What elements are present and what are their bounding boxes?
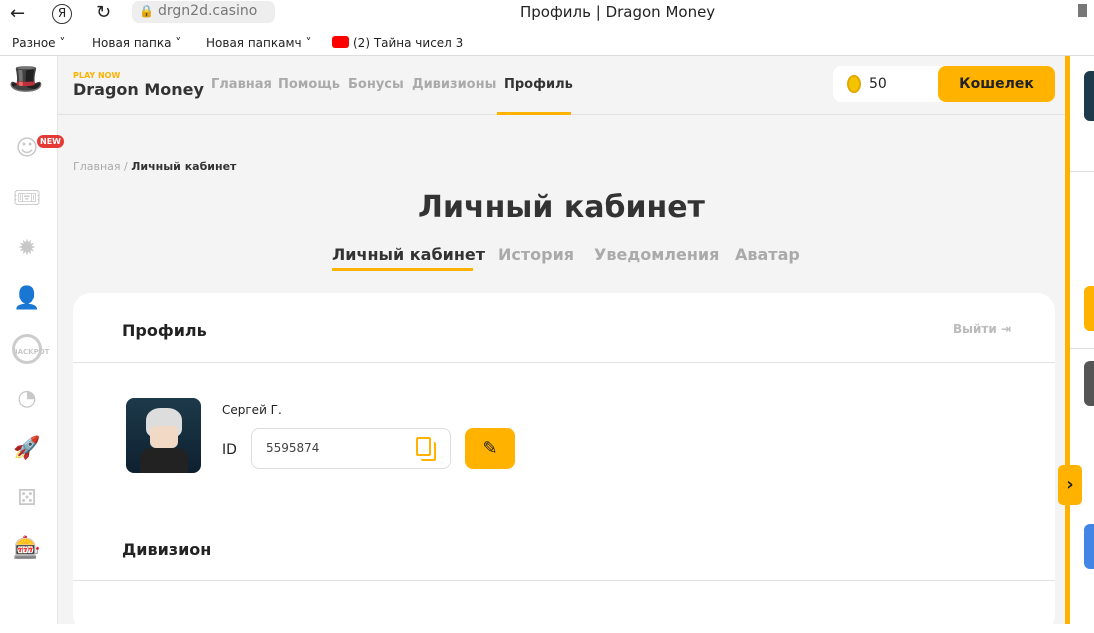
divider bbox=[73, 362, 1055, 363]
copy-icon[interactable] bbox=[416, 437, 431, 456]
breadcrumb-current: Личный кабинет bbox=[131, 160, 237, 173]
user-id-field[interactable]: 5595874 bbox=[251, 428, 451, 469]
logout-icon: ⇥ bbox=[1000, 322, 1012, 336]
play-now-label: PLAY NOW bbox=[73, 71, 121, 80]
wheel-icon[interactable]: ◔ bbox=[12, 384, 42, 414]
page-title: Личный кабинет bbox=[418, 190, 705, 225]
game-thumb[interactable] bbox=[1084, 361, 1094, 406]
division-heading: Дивизион bbox=[122, 540, 212, 559]
browser-toolbar: ← Я ↻ 🔒 drgn2d.casino Профиль | Dragon M… bbox=[0, 0, 1094, 30]
page-tab-title: Профиль | Dragon Money bbox=[520, 3, 716, 21]
wallet-button[interactable]: Кошелек bbox=[938, 66, 1055, 102]
logo-icon[interactable]: 🎩 bbox=[8, 62, 44, 102]
breadcrumb: Главная / Личный кабинет bbox=[73, 160, 236, 173]
back-icon[interactable]: ← bbox=[10, 3, 25, 24]
nav-profile[interactable]: Профиль bbox=[504, 77, 573, 92]
nav-bonuses[interactable]: Бонусы bbox=[348, 77, 404, 92]
breadcrumb-separator: / bbox=[124, 160, 128, 173]
avatar[interactable] bbox=[126, 398, 201, 473]
game-thumb[interactable] bbox=[1084, 286, 1094, 331]
logout-button[interactable]: Выйти ⇥ bbox=[953, 322, 1011, 336]
rocket-icon[interactable]: 🚀 bbox=[12, 434, 42, 464]
tab-avatar[interactable]: Аватар bbox=[735, 245, 800, 264]
bookmark-folder[interactable]: Новая папка ˅ bbox=[92, 36, 181, 50]
new-badge: NEW bbox=[37, 135, 64, 148]
site-header: PLAY NOW Dragon Money Главная Помощь Бон… bbox=[58, 56, 1065, 115]
address-bar[interactable]: 🔒 drgn2d.casino bbox=[132, 1, 275, 23]
balance-widget: 50 Кошелек bbox=[833, 66, 1055, 102]
yandex-icon[interactable]: Я bbox=[52, 4, 72, 24]
lock-icon: 🔒 bbox=[139, 4, 154, 18]
user-id-value: 5595874 bbox=[266, 441, 320, 455]
breadcrumb-home[interactable]: Главная bbox=[73, 160, 121, 173]
nav-home[interactable]: Главная bbox=[211, 77, 272, 92]
id-label: ID bbox=[222, 442, 237, 458]
sidebar: 🎩 ☺ NEW 🎟 ✹ 👤 JACKPOT ◔ 🚀 ⚄ 🎰 bbox=[0, 56, 64, 624]
ticket-icon[interactable]: 🎟 bbox=[12, 184, 42, 214]
tab-history[interactable]: История bbox=[498, 245, 574, 264]
divider bbox=[73, 580, 1055, 581]
profile-heading: Профиль bbox=[122, 321, 207, 340]
nav-divisions[interactable]: Дивизионы bbox=[412, 77, 496, 92]
slot-icon[interactable]: 🎰 bbox=[12, 534, 42, 564]
jackpot-icon[interactable]: JACKPOT bbox=[12, 334, 49, 364]
game-thumb[interactable] bbox=[1084, 524, 1094, 569]
tab-personal[interactable]: Личный кабинет bbox=[332, 245, 485, 264]
tab-notifications[interactable]: Уведомления bbox=[594, 245, 719, 264]
pencil-icon: ✎ bbox=[482, 438, 498, 459]
youtube-icon bbox=[332, 36, 349, 48]
game-thumb[interactable] bbox=[1084, 71, 1094, 121]
dragon-icon[interactable]: ✹ bbox=[12, 234, 42, 264]
brand-name[interactable]: Dragon Money bbox=[73, 80, 204, 99]
bookmark-folder[interactable]: Разное ˅ bbox=[12, 36, 65, 50]
user-name: Сергей Г. bbox=[222, 403, 282, 417]
coin-icon bbox=[847, 75, 861, 93]
dice-icon[interactable]: ⚄ bbox=[12, 484, 42, 514]
reload-icon[interactable]: ↻ bbox=[96, 2, 111, 23]
bookmark-folder[interactable]: Новая папкамч ˅ bbox=[206, 36, 311, 50]
bookmark-youtube[interactable]: (2) Тайна чисел 3 bbox=[332, 36, 463, 50]
profile-card: Профиль Выйти ⇥ Сергей Г. ID 5595874 ✎ Д… bbox=[73, 293, 1055, 633]
bookmarks-bar: Разное ˅ Новая папка ˅ Новая папкамч ˅ (… bbox=[0, 30, 1094, 56]
user-icon[interactable]: 👤 bbox=[12, 284, 42, 314]
live-feed-panel bbox=[1070, 56, 1094, 624]
tab-active-indicator bbox=[332, 268, 473, 271]
edit-profile-button[interactable]: ✎ bbox=[465, 428, 515, 469]
nav-help[interactable]: Помощь bbox=[278, 77, 340, 92]
bookmark-icon[interactable] bbox=[1078, 4, 1087, 17]
balance-value: 50 bbox=[869, 76, 887, 92]
chevron-right-icon: › bbox=[1066, 474, 1074, 495]
nav-active-indicator bbox=[497, 112, 571, 115]
url-text: drgn2d.casino bbox=[158, 3, 258, 19]
expand-panel-button[interactable]: › bbox=[1058, 465, 1082, 505]
